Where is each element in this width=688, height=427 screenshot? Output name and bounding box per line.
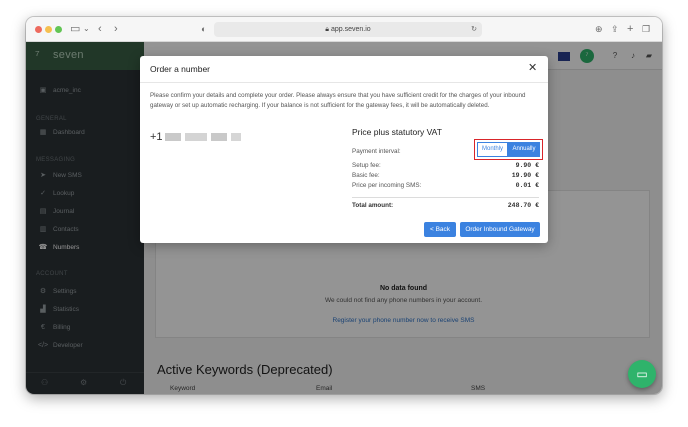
chevron-down-icon[interactable]: ⌄ — [83, 22, 90, 36]
dialog-header: Order a number ✕ — [140, 56, 548, 83]
close-icon[interactable]: ✕ — [528, 61, 537, 74]
total-amount-value: 248.70 € — [507, 202, 539, 209]
back-arrow-icon[interactable]: ‹ — [98, 22, 102, 36]
basic-fee-label: Basic fee: — [352, 172, 380, 179]
order-number-dialog: Order a number ✕ Please confirm your det… — [140, 56, 548, 243]
setup-fee-value: 9.90 € — [515, 162, 539, 169]
new-tab-icon[interactable]: + — [627, 22, 633, 36]
order-inbound-gateway-button[interactable]: Order Inbound Gateway — [460, 222, 540, 237]
incoming-sms-price-value: 0.01 € — [515, 182, 539, 189]
close-window-button[interactable] — [35, 26, 42, 33]
share-icon[interactable]: ⇪ — [611, 22, 619, 36]
redacted-number-block — [165, 133, 181, 141]
incoming-sms-price-label: Price per incoming SMS: — [352, 182, 422, 189]
lock-icon: 🔒︎ — [325, 26, 330, 33]
redacted-number-block — [211, 133, 227, 141]
minimize-window-button[interactable] — [45, 26, 52, 33]
dialog-title: Order a number — [150, 64, 210, 74]
address-bar[interactable]: 🔒︎ app.seven.io ↻ — [214, 22, 482, 37]
download-icon[interactable]: ⊕ — [595, 22, 603, 36]
chat-widget-button[interactable]: ▭ — [628, 360, 656, 388]
forward-arrow-icon[interactable]: › — [114, 22, 118, 36]
setup-fee-label: Setup fee: — [352, 162, 381, 169]
total-amount-label: Total amount: — [352, 202, 394, 209]
app-page: ⁷ seven ▣ acme_inc GENERAL ▦ Dashboard M… — [26, 42, 662, 394]
privacy-shield-icon[interactable]: ◐ — [201, 22, 206, 36]
payment-interval-label: Payment interval: — [352, 148, 401, 155]
basic-fee-value: 19.90 € — [511, 172, 539, 179]
back-button[interactable]: < Back — [424, 222, 456, 237]
redacted-number-block — [231, 133, 241, 141]
interval-monthly-button[interactable]: Monthly — [477, 142, 508, 157]
sidebar-toggle-icon[interactable]: ▭ — [70, 22, 80, 36]
reload-icon[interactable]: ↻ — [471, 22, 477, 37]
dialog-description: Please confirm your details and complete… — [150, 92, 526, 109]
interval-annually-button[interactable]: Annually — [508, 142, 540, 157]
divider — [352, 197, 539, 198]
phone-prefix: +1 — [150, 131, 163, 143]
maximize-window-button[interactable] — [55, 26, 62, 33]
tab-overview-icon[interactable]: ❐ — [642, 22, 650, 36]
price-title: Price plus statutory VAT — [352, 127, 442, 137]
browser-window: ▭ ⌄ ‹ › ◐ 🔒︎ app.seven.io ↻ ⊕ ⇪ + ❐ ⁷ se… — [26, 17, 662, 394]
address-text: app.seven.io — [330, 26, 371, 33]
redacted-number-block — [185, 133, 207, 141]
chat-bubble-icon: ▭ — [636, 367, 648, 381]
browser-toolbar: ▭ ⌄ ‹ › ◐ 🔒︎ app.seven.io ↻ ⊕ ⇪ + ❐ — [26, 17, 662, 42]
